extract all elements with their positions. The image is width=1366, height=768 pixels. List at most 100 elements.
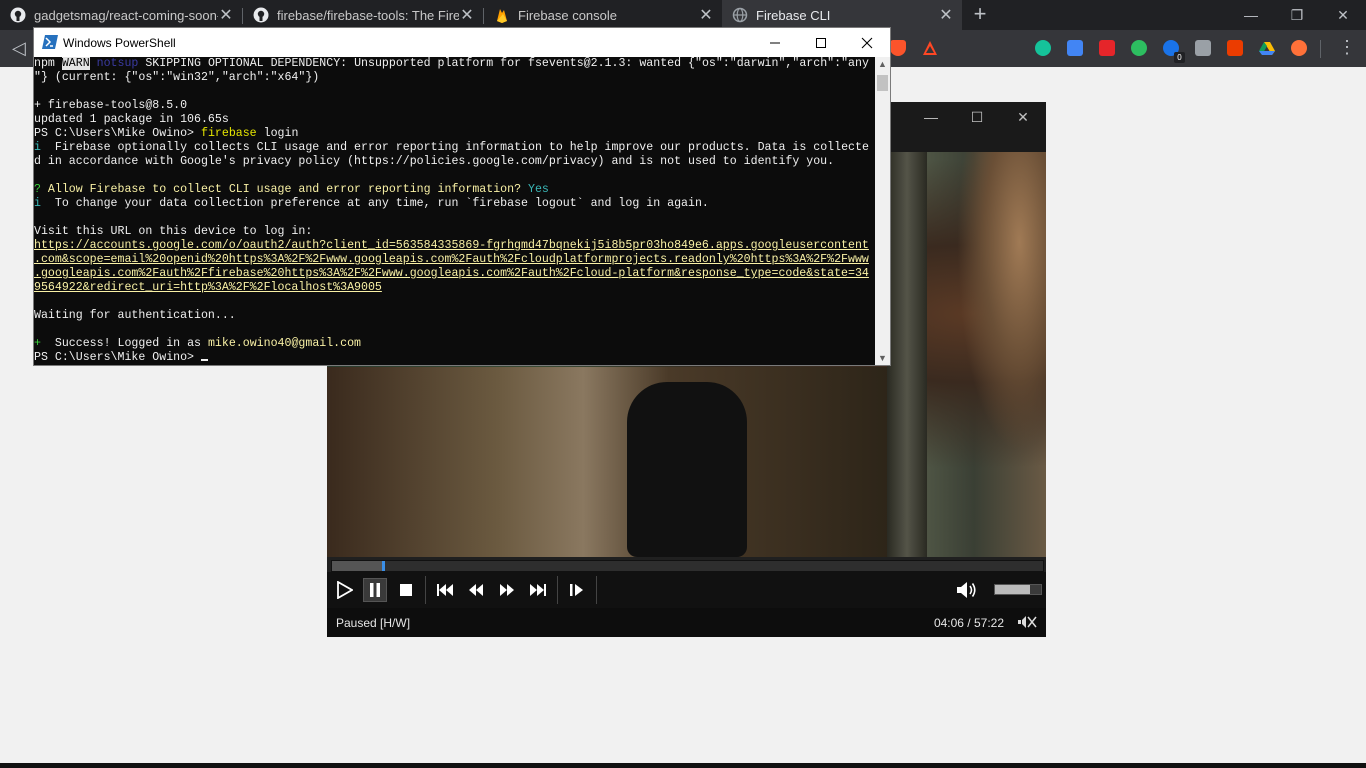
extension-badge: 0 <box>1174 52 1185 63</box>
restore-icon[interactable]: ❐ <box>1274 0 1320 30</box>
mute-button[interactable] <box>955 578 979 602</box>
pause-icon <box>370 583 380 597</box>
controls-divider <box>557 576 558 604</box>
evernote-icon[interactable] <box>1131 40 1147 56</box>
console-line: + Success! Logged in as mike.owino40@gma… <box>34 337 362 350</box>
seek-progress <box>332 561 382 571</box>
controls-divider <box>596 576 597 604</box>
audio-track-icon[interactable] <box>1018 615 1038 629</box>
taskbar-edge <box>0 763 1366 768</box>
minimize-icon[interactable]: — <box>1228 0 1274 30</box>
window-title: Windows PowerShell <box>63 36 176 50</box>
office-icon[interactable] <box>1227 40 1243 56</box>
firebase-icon <box>497 9 507 23</box>
google-translate-icon[interactable] <box>1067 40 1083 56</box>
brave-shield-icon[interactable] <box>890 40 906 56</box>
maximize-icon[interactable] <box>798 28 844 57</box>
close-icon[interactable]: ✕ <box>1320 0 1366 30</box>
video-scene-doorframe <box>887 152 927 557</box>
powershell-titlebar: Windows PowerShell <box>34 28 890 57</box>
console-line: ? Allow Firebase to collect CLI usage an… <box>34 183 549 196</box>
grammarly-icon[interactable] <box>1035 40 1051 56</box>
tab-title: Firebase console <box>518 7 617 23</box>
close-icon[interactable]: ✕ <box>218 5 234 25</box>
close-icon[interactable]: ✕ <box>698 5 714 25</box>
skip-forward-button[interactable] <box>526 578 550 602</box>
play-icon <box>337 581 353 599</box>
tab-title: gadgetsmag/react-coming-soon-t <box>34 7 218 23</box>
stop-button[interactable] <box>394 578 418 602</box>
minimize-icon[interactable] <box>752 28 798 57</box>
globe-icon <box>732 7 748 23</box>
console-scrollbar[interactable]: ▲ ▼ <box>875 57 890 365</box>
seek-bar[interactable] <box>331 560 1044 572</box>
volume-slider[interactable] <box>994 584 1042 595</box>
minimize-icon[interactable]: — <box>908 102 954 132</box>
new-tab-button[interactable]: + <box>968 3 992 27</box>
scroll-up-icon[interactable]: ▲ <box>875 59 890 69</box>
fast-forward-icon <box>500 584 514 596</box>
tab-firebase-cli[interactable]: Firebase CLI ✕ <box>722 0 962 30</box>
powershell-icon <box>42 35 58 49</box>
skip-back-button[interactable] <box>433 578 457 602</box>
console-line: Waiting for authentication... <box>34 309 236 322</box>
back-button[interactable]: ◁ <box>12 38 26 59</box>
login-url-link[interactable]: .googleapis.com%2Fauth%2Ffirebase%20http… <box>34 267 875 281</box>
text-cursor <box>200 359 208 361</box>
console-line: i Firebase optionally collects CLI usage… <box>34 141 869 154</box>
browser-menu-icon[interactable]: ⋮ <box>1338 38 1356 56</box>
skip-forward-icon <box>530 584 546 596</box>
play-button[interactable] <box>332 578 356 602</box>
player-window-controls: — ☐ ✕ <box>908 102 1046 132</box>
volume-icon <box>957 582 976 598</box>
browser-window-controls: — ❐ ✕ <box>1228 0 1366 30</box>
controls-divider <box>425 576 426 604</box>
google-drive-icon[interactable] <box>1259 40 1275 56</box>
seek-handle[interactable] <box>382 561 385 571</box>
github-icon <box>253 7 269 23</box>
scrollbar-thumb[interactable] <box>877 75 888 91</box>
console-line: i To change your data collection prefere… <box>34 197 709 210</box>
login-url-link[interactable]: .com&scope=email%20openid%20https%3A%2F%… <box>34 253 875 267</box>
stop-icon <box>400 584 412 596</box>
video-scene-room <box>327 367 897 557</box>
skip-back-icon <box>437 584 453 596</box>
rewind-button[interactable] <box>464 578 488 602</box>
console-line: d in accordance with Google's privacy po… <box>34 155 835 168</box>
close-icon[interactable]: ✕ <box>938 5 954 25</box>
tab-firebase-tools[interactable]: firebase/firebase-tools: The Fireba ✕ <box>243 0 483 30</box>
close-icon[interactable] <box>844 28 890 57</box>
frame-step-button[interactable] <box>565 578 589 602</box>
console-line: npm WARN notsup SKIPPING OPTIONAL DEPEND… <box>34 57 869 70</box>
console-line: updated 1 package in 106.65s <box>34 113 229 126</box>
playback-time: 04:06 / 57:22 <box>933 616 1004 630</box>
browser-tab-strip: gadgetsmag/react-coming-soon-t ✕ firebas… <box>0 0 1366 30</box>
pause-button[interactable] <box>363 578 387 602</box>
fast-forward-button[interactable] <box>495 578 519 602</box>
console-line: PS C:\Users\Mike Owino> firebase login <box>34 127 299 140</box>
pdf-icon[interactable] <box>1099 40 1115 56</box>
video-scene-foreground <box>957 152 1046 452</box>
close-icon[interactable]: ✕ <box>459 5 475 25</box>
reader-icon[interactable] <box>1195 40 1211 56</box>
powershell-window-controls <box>752 28 890 57</box>
close-icon[interactable]: ✕ <box>1000 102 1046 132</box>
scroll-down-icon[interactable]: ▼ <box>875 353 890 363</box>
login-url-link[interactable]: https://accounts.google.com/o/oauth2/aut… <box>34 239 875 253</box>
powershell-console[interactable]: npm WARN notsup SKIPPING OPTIONAL DEPEND… <box>34 57 875 365</box>
fox-extension-icon[interactable] <box>1291 40 1307 56</box>
brave-rewards-icon[interactable] <box>922 40 938 56</box>
console-prompt-line[interactable]: PS C:\Users\Mike Owino> <box>34 351 875 365</box>
tab-title: Firebase CLI <box>756 7 831 23</box>
tab-title: firebase/firebase-tools: The Fireba <box>277 7 459 23</box>
maximize-icon[interactable]: ☐ <box>954 102 1000 132</box>
rewind-icon <box>469 584 483 596</box>
tab-firebase-console[interactable]: Firebase console ✕ <box>484 0 722 30</box>
login-url-link[interactable]: 9564922&redirect_uri=http%3A%2F%2Flocalh… <box>34 281 875 295</box>
tab-gadgetsmag[interactable]: gadgetsmag/react-coming-soon-t ✕ <box>0 0 242 30</box>
